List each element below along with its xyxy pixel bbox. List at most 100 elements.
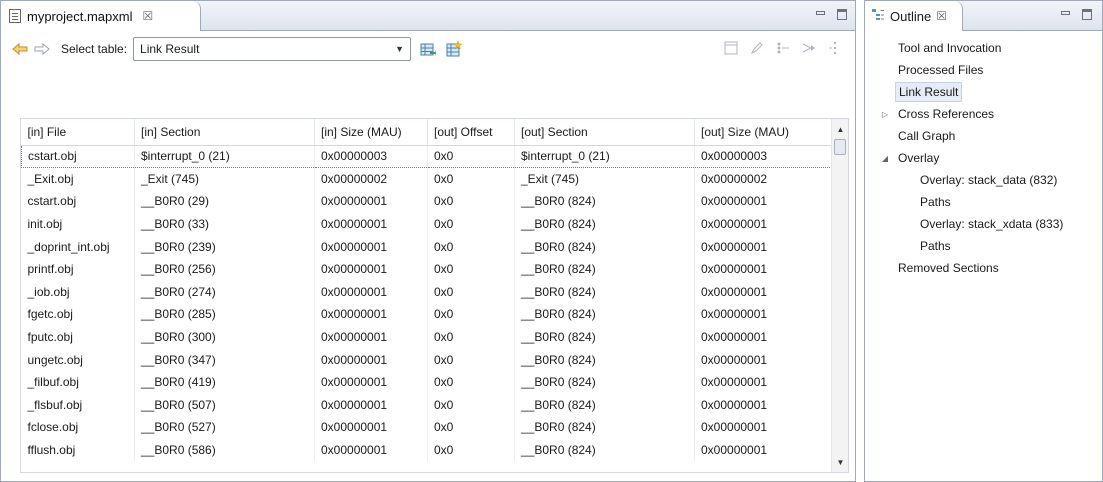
table-row[interactable]: fflush.obj __B0R0 (586) 0x00000001 0x0 __B0R… <box>21 438 833 462</box>
minimize-icon[interactable] <box>1061 11 1070 15</box>
table-row[interactable]: cstart.obj $interrupt_0 (21) 0x00000003 0x0… <box>21 144 833 169</box>
editor-tab[interactable]: myproject.mapxml ☒ <box>1 1 201 31</box>
column-header[interactable]: [in] Size (MAU) <box>314 119 428 146</box>
table-row[interactable]: printf.obj __B0R0 (256) 0x00000001 0x0 __B0R… <box>21 257 833 281</box>
table-cell: __B0R0 (824) <box>514 280 695 304</box>
scroll-up-icon[interactable]: ▲ <box>832 121 848 137</box>
table-row[interactable]: _doprint_int.obj __B0R0 (239) 0x00000001 0x… <box>21 235 833 258</box>
tab-close-icon[interactable]: ☒ <box>936 9 947 23</box>
table-cell: __B0R0 (824) <box>514 257 695 281</box>
table-cell: 0x00000001 <box>694 325 833 349</box>
outline-item[interactable]: ◢ Overlay <box>865 147 1102 169</box>
table-cell: 0x0 <box>427 212 515 236</box>
table-cell: 0x00000001 <box>694 212 833 236</box>
table-cell: init.obj <box>21 212 135 236</box>
expand-toggle-icon[interactable]: ▷ <box>879 110 891 119</box>
table-row[interactable]: init.obj __B0R0 (33) 0x00000001 0x0 __B0R0 (… <box>21 212 833 236</box>
table-cell: __B0R0 (419) <box>134 370 315 394</box>
table-cell: 0x00000003 <box>694 144 833 169</box>
scroll-thumb[interactable] <box>834 139 846 155</box>
table-cell: 0x00000002 <box>314 167 428 191</box>
outline-item[interactable]: Processed Files <box>865 59 1102 81</box>
table-row[interactable]: _flsbuf.obj __B0R0 (507) 0x00000001 0x0 __B0… <box>21 393 833 417</box>
minimize-icon[interactable] <box>816 11 825 15</box>
expand-toggle-icon[interactable]: ◢ <box>879 154 891 163</box>
table-row[interactable]: fclose.obj __B0R0 (527) 0x00000001 0x0 __B0R… <box>21 416 833 439</box>
outline-item[interactable]: Overlay: stack_xdata (833) <box>865 213 1102 235</box>
editor-tabbar: myproject.mapxml ☒ <box>1 1 855 31</box>
table-cell: 0x00000001 <box>694 235 833 258</box>
select-table-dropdown[interactable]: Link Result ▼ <box>133 37 412 61</box>
scroll-down-icon[interactable]: ▼ <box>832 454 848 470</box>
table-cell: __B0R0 (285) <box>134 303 315 326</box>
table-cell: __B0R0 (824) <box>514 325 695 349</box>
maximize-icon[interactable] <box>1082 9 1092 20</box>
table-cell: _filbuf.obj <box>21 370 135 394</box>
chevron-down-icon: ▼ <box>395 44 405 54</box>
vertical-scrollbar[interactable]: ▲ ▼ <box>831 119 848 472</box>
outline-item[interactable]: Call Graph <box>865 125 1102 147</box>
pen-icon[interactable] <box>749 40 765 56</box>
table-cell: 0x00000001 <box>314 303 428 326</box>
outline-window-controls <box>1061 9 1092 20</box>
table-row[interactable]: fgetc.obj __B0R0 (285) 0x00000001 0x0 __B0R0… <box>21 303 833 326</box>
table-cell: 0x0 <box>427 257 515 281</box>
outline-item[interactable]: Removed Sections <box>865 257 1102 279</box>
split-dots-icon[interactable] <box>827 40 843 56</box>
table-cell: __B0R0 (824) <box>514 438 695 462</box>
outline-item[interactable]: ▷ Cross References <box>865 103 1102 125</box>
link-result-table: [in] File [in] Section [in] Size (MAU) [out… <box>20 118 849 473</box>
tab-close-icon[interactable]: ☒ <box>142 9 153 23</box>
new-table-icon[interactable] <box>445 40 463 58</box>
outline-tree: Tool and Invocation Processed Files Link R… <box>865 37 1102 279</box>
table-cell: _Exit.obj <box>21 167 135 191</box>
table-cell: 0x0 <box>427 167 515 191</box>
column-header[interactable]: [in] File <box>21 119 135 146</box>
table-cell: 0x00000001 <box>694 416 833 439</box>
forward-arrow-icon[interactable] <box>33 42 51 56</box>
table-row[interactable]: _filbuf.obj __B0R0 (419) 0x00000001 0x0 __B0… <box>21 370 833 394</box>
column-header[interactable]: [out] Size (MAU) <box>694 119 833 146</box>
merge-icon[interactable] <box>801 40 817 56</box>
table-cell: fclose.obj <box>21 416 135 439</box>
outline-item[interactable]: Overlay: stack_data (832) <box>865 169 1102 191</box>
file-icon <box>9 9 21 23</box>
table-cell: _iob.obj <box>21 280 135 304</box>
table-cell: __B0R0 (300) <box>134 325 315 349</box>
maximize-icon[interactable] <box>837 9 847 20</box>
outline-item-label: Overlay <box>898 151 940 165</box>
table-row[interactable]: fputc.obj __B0R0 (300) 0x00000001 0x0 __B0R0… <box>21 325 833 349</box>
table-cell: 0x00000001 <box>314 438 428 462</box>
window-icon[interactable] <box>723 40 739 56</box>
select-table-label: Select table: <box>61 42 128 56</box>
filter-dots-icon[interactable] <box>775 40 791 56</box>
table-cell: 0x00000001 <box>694 393 833 417</box>
outline-item[interactable]: Tool and Invocation <box>865 37 1102 59</box>
table-row[interactable]: cstart.obj __B0R0 (29) 0x00000001 0x0 __B0R0… <box>21 190 833 213</box>
column-header[interactable]: [out] Section <box>514 119 695 146</box>
column-header[interactable]: [in] Section <box>134 119 315 146</box>
table-cell: 0x00000003 <box>314 144 428 169</box>
outline-item[interactable]: Paths <box>865 191 1102 213</box>
outline-item-label: Overlay: stack_data (832) <box>920 173 1058 187</box>
table-cell: 0x00000001 <box>314 212 428 236</box>
table-cell: 0x00000001 <box>314 235 428 258</box>
outline-tab[interactable]: Outline ☒ <box>865 1 963 31</box>
outline-item[interactable]: Paths <box>865 235 1102 257</box>
table-body: cstart.obj $interrupt_0 (21) 0x00000003 0x0… <box>21 144 833 462</box>
table-cell: 0x0 <box>427 348 515 371</box>
outline-tab-title: Outline <box>890 8 932 24</box>
table-cell: 0x0 <box>427 235 515 258</box>
export-table-icon[interactable] <box>419 40 437 58</box>
editor-tab-title: myproject.mapxml <box>27 8 133 24</box>
table-cell: __B0R0 (274) <box>134 280 315 304</box>
table-row[interactable]: _Exit.obj _Exit (745) 0x00000002 0x0 _Exit (… <box>21 167 833 191</box>
table-cell: __B0R0 (507) <box>134 393 315 417</box>
table-row[interactable]: _iob.obj __B0R0 (274) 0x00000001 0x0 __B0R0 … <box>21 280 833 304</box>
column-header[interactable]: [out] Offset <box>427 119 515 146</box>
table-cell: __B0R0 (33) <box>134 212 315 236</box>
outline-item[interactable]: Link Result <box>865 81 1102 103</box>
table-row[interactable]: ungetc.obj __B0R0 (347) 0x00000001 0x0 __B0R… <box>21 348 833 371</box>
table-cell: fflush.obj <box>21 438 135 462</box>
back-arrow-icon[interactable] <box>11 42 29 56</box>
